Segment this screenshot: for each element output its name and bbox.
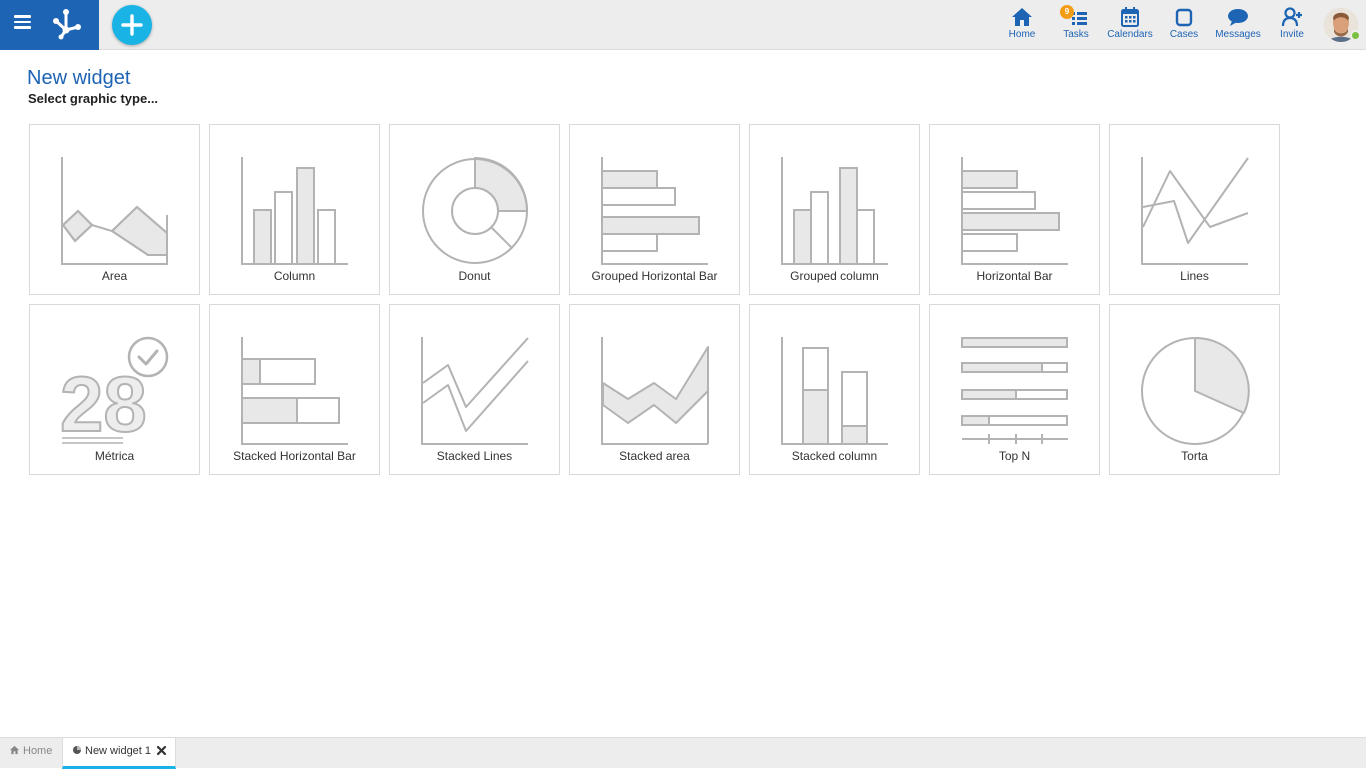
widget-type-area[interactable]: Area [29, 124, 200, 295]
invite-icon [1281, 7, 1302, 27]
widget-type-stacked-area[interactable]: Stacked area [569, 304, 740, 475]
widget-type-grouped-horizontal-bar[interactable]: Grouped Horizontal Bar [569, 124, 740, 295]
online-status-dot [1350, 30, 1361, 41]
metric-number: 28 [60, 360, 147, 448]
close-icon[interactable] [156, 745, 167, 756]
widget-type-label: Horizontal Bar [976, 269, 1053, 283]
hamburger-menu-icon[interactable] [14, 15, 31, 29]
nav-home-label: Home [1008, 29, 1036, 40]
widget-type-label: Métrica [94, 449, 135, 463]
widget-type-metric[interactable]: 28 Métrica [29, 304, 200, 475]
widget-type-grouped-column[interactable]: Grouped column [749, 124, 920, 295]
nav-calendars-label: Calendars [1107, 29, 1153, 40]
nav-calendars[interactable]: Calendars [1106, 6, 1154, 44]
page-title: New widget [27, 67, 131, 89]
bottom-tab-bar: Home New widget 1 [0, 737, 1366, 769]
bottom-tab-new-widget-label: New widget 1 [85, 745, 152, 757]
widget-type-label: Grouped column [790, 269, 879, 283]
widget-type-label: Stacked area [619, 449, 690, 463]
app-logo-icon[interactable] [50, 8, 82, 40]
cases-icon [1175, 8, 1193, 27]
widget-type-label: Column [273, 269, 316, 283]
widget-type-stacked-lines[interactable]: Stacked Lines [389, 304, 560, 475]
widget-type-horizontal-bar[interactable]: Horizontal Bar [929, 124, 1100, 295]
widget-type-top-n[interactable]: Top N [929, 304, 1100, 475]
widget-type-donut[interactable]: Donut [389, 124, 560, 295]
nav-invite-label: Invite [1280, 29, 1304, 40]
calendar-icon [1121, 7, 1139, 27]
widget-type-label: Stacked Horizontal Bar [233, 449, 356, 463]
page-subtitle: Select graphic type... [28, 91, 159, 106]
home-icon [9, 746, 20, 755]
widget-type-label: Lines [1180, 269, 1209, 283]
bottom-tab-home-label: Home [23, 745, 53, 757]
brand-area [0, 0, 99, 50]
widget-type-column[interactable]: Column [209, 124, 380, 295]
widget-type-label: Torta [1181, 449, 1208, 463]
widget-type-label: Stacked column [791, 449, 878, 463]
nav-messages-label: Messages [1215, 29, 1261, 40]
nav-home[interactable]: Home [1004, 6, 1040, 44]
nav-tasks[interactable]: 9 Tasks [1058, 5, 1094, 44]
tasks-badge: 9 [1060, 5, 1074, 19]
home-icon [1012, 8, 1032, 26]
widget-type-label: Top N [998, 449, 1031, 463]
widget-type-label: Stacked Lines [436, 449, 513, 463]
widget-type-label: Area [101, 269, 128, 283]
messages-icon [1228, 9, 1248, 26]
widget-pie-icon [73, 746, 81, 755]
widget-type-stacked-column[interactable]: Stacked column [749, 304, 920, 475]
nav-cases[interactable]: Cases [1166, 6, 1202, 44]
widget-type-label: Donut [458, 269, 491, 283]
plus-icon [121, 14, 143, 36]
add-button[interactable] [112, 5, 152, 45]
bottom-tab-home[interactable]: Home [0, 738, 62, 769]
nav-invite[interactable]: Invite [1274, 6, 1310, 44]
widget-type-stacked-horizontal-bar[interactable]: Stacked Horizontal Bar [209, 304, 380, 475]
widget-type-torta[interactable]: Torta [1109, 304, 1280, 475]
nav-tasks-label: Tasks [1063, 29, 1089, 40]
nav-cases-label: Cases [1169, 29, 1199, 40]
widget-type-label: Grouped Horizontal Bar [591, 269, 718, 283]
bottom-tab-new-widget[interactable]: New widget 1 [62, 738, 176, 769]
nav-messages[interactable]: Messages [1214, 6, 1262, 44]
top-bar: Home 9 Tasks Calendars Cases Messages In… [0, 0, 1366, 50]
widget-type-lines[interactable]: Lines [1109, 124, 1280, 295]
